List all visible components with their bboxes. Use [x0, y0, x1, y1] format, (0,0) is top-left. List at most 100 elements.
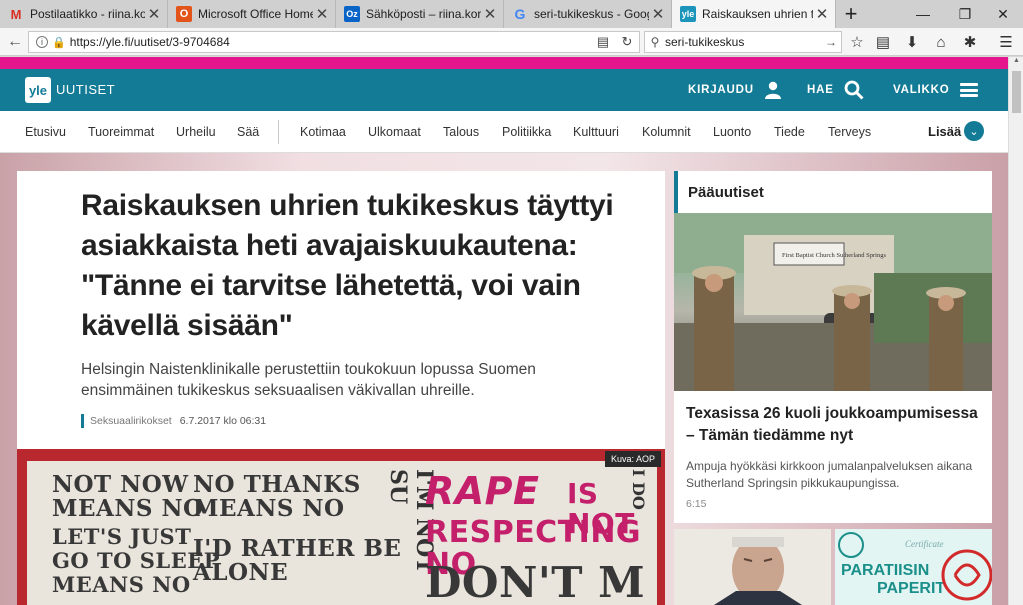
search-value: seri-tukikeskus [665, 35, 745, 49]
certificate-text: Certificate [905, 539, 944, 549]
login-button[interactable]: KIRJAUDU [688, 79, 782, 101]
yle-icon: yle [680, 6, 696, 22]
search-button[interactable]: HAE [807, 79, 864, 101]
texas-scene-illustration: First Baptist Church Sutherland Springs [674, 213, 992, 391]
top-story-photo[interactable]: First Baptist Church Sutherland Springs [674, 213, 992, 391]
tab-outlook[interactable]: Oz Sähköposti – riina.korjamo ✕ [336, 0, 504, 28]
search-icon [844, 80, 864, 100]
section-nav: Etusivu Tuoreimmat Urheilu Sää Kotimaa U… [0, 111, 1008, 153]
top-story-title[interactable]: Texasissa 26 kuoli joukkoampumisessa – T… [686, 403, 981, 447]
pink-strip [0, 57, 1008, 69]
window-close-icon[interactable]: ✕ [983, 0, 1023, 28]
minimize-icon[interactable]: — [903, 0, 943, 28]
close-icon[interactable]: ✕ [483, 5, 497, 23]
article-date: 6.7.2017 klo 06:31 [179, 415, 267, 427]
tab-gmail[interactable]: M Postilaatikko - riina.korjam ✕ [0, 0, 168, 28]
protest-sign-image: NOT NOW MEANS NO LET'S JUST GO TO SLEEP … [27, 461, 657, 605]
close-icon[interactable]: ✕ [147, 5, 161, 23]
section-title[interactable]: UUTISET [56, 82, 115, 97]
menu-label: VALIKKO [893, 84, 950, 96]
article: Raiskauksen uhrien tukikeskus täyttyi as… [17, 171, 665, 605]
search-icon: ⚲ [650, 35, 660, 49]
url-text: https://yle.fi/uutiset/3-9704684 [69, 35, 230, 49]
address-bar[interactable]: i 🔒 https://yle.fi/uutiset/3-9704684 ▤ ↻ [28, 31, 640, 53]
reload-icon[interactable]: ↻ [615, 34, 639, 50]
extension-icon[interactable]: ✱ [958, 31, 982, 53]
nav-divider [278, 120, 279, 144]
nav-item-luonto[interactable]: Luonto [713, 125, 751, 139]
info-icon[interactable]: i [36, 36, 48, 48]
lock-icon: 🔒 [52, 36, 66, 49]
menu-button[interactable]: VALIKKO [893, 79, 978, 101]
tab-title: seri-tukikeskus - Google-h [534, 7, 649, 21]
photo-sign-text: First Baptist Church Sutherland Springs [782, 252, 886, 259]
nav-item-etusivu[interactable]: Etusivu [25, 125, 66, 139]
nav-item-kulttuuri[interactable]: Kulttuuri [573, 125, 619, 139]
paradise-text: PARATIISIN [841, 562, 929, 579]
sign-text: DON'T M [425, 558, 646, 605]
nav-item-tuoreimmat[interactable]: Tuoreimmat [88, 125, 154, 139]
tab-title: Raiskauksen uhrien tukike [702, 7, 813, 21]
article-meta: Seksuaalirikokset 6.7.2017 klo 06:31 [81, 414, 266, 428]
sign-text: I DO [629, 469, 648, 510]
article-headline: Raiskauksen uhrien tukikeskus täyttyi as… [81, 189, 614, 342]
download-icon[interactable]: ⬇ [900, 31, 924, 53]
office-icon: O [176, 6, 192, 22]
scroll-up-icon[interactable]: ▲ [1009, 57, 1023, 69]
paradise-papers-logo: Certificate PARATIISIN PAPERIT [835, 529, 992, 605]
close-icon[interactable]: ✕ [315, 5, 329, 23]
gmail-icon: M [10, 6, 22, 22]
sign-text: NO THANKS MEANS NO [193, 471, 361, 522]
tab-yle-active[interactable]: yle Raiskauksen uhrien tukike ✕ [672, 0, 836, 28]
nav-item-saa[interactable]: Sää [237, 125, 259, 139]
top-stories-column: Pääuutiset First Baptist Church Sutherla… [674, 171, 992, 605]
nav-item-kolumnit[interactable]: Kolumnit [642, 125, 691, 139]
tab-title: Postilaatikko - riina.korjam [30, 7, 145, 21]
top-story-description: Ampuja hyökkäsi kirkkoon jumalanpalveluk… [686, 459, 973, 490]
story-thumbnail-paradise-papers[interactable]: Certificate PARATIISIN PAPERIT [835, 529, 992, 605]
image-caption: Kuva: AOP [604, 451, 661, 467]
chevron-down-icon[interactable]: ⌄ [964, 121, 984, 141]
bookmark-star-icon[interactable]: ☆ [845, 31, 869, 53]
story-thumbnail-portrait[interactable] [674, 529, 831, 605]
close-icon[interactable]: ✕ [651, 5, 665, 23]
nav-item-politiikka[interactable]: Politiikka [502, 125, 551, 139]
papers-text: PAPERIT [877, 580, 945, 597]
clipboard-icon[interactable]: ▤ [871, 31, 895, 53]
tab-office[interactable]: O Microsoft Office Home ✕ [168, 0, 336, 28]
nav-item-terveys[interactable]: Terveys [828, 125, 871, 139]
more-button[interactable]: Lisää [928, 124, 961, 139]
close-icon[interactable]: ✕ [815, 5, 829, 23]
web-page: yle UUTISET KIRJAUDU HAE VALIKKO Etusivu… [0, 57, 1008, 605]
login-label: KIRJAUDU [688, 84, 754, 96]
page-scrollbar[interactable]: ▲ [1008, 57, 1023, 605]
browser-menu-icon[interactable]: ☰ [994, 31, 1018, 53]
tab-google[interactable]: G seri-tukikeskus - Google-h ✕ [504, 0, 672, 28]
sign-text: RAPE [425, 469, 540, 513]
search-bar[interactable]: ⚲ seri-tukikeskus → [644, 31, 842, 53]
article-lead: Helsingin Naistenklinikalle perustettiin… [81, 361, 536, 399]
category-link[interactable]: Seksuaalirikokset [90, 415, 172, 427]
tab-title: Sähköposti – riina.korjamo [366, 7, 481, 21]
restore-icon[interactable]: ❐ [945, 0, 985, 28]
hero-image: NOT NOW MEANS NO LET'S JUST GO TO SLEEP … [17, 449, 665, 605]
nav-item-urheilu[interactable]: Urheilu [176, 125, 216, 139]
nav-item-tiede[interactable]: Tiede [774, 125, 805, 139]
home-icon[interactable]: ⌂ [929, 31, 953, 53]
scrollbar-thumb[interactable] [1012, 71, 1021, 113]
reader-view-icon[interactable]: ▤ [591, 34, 615, 50]
search-go-arrow-icon[interactable]: → [821, 35, 841, 49]
site-header: yle UUTISET KIRJAUDU HAE VALIKKO [0, 69, 1008, 111]
nav-item-ulkomaat[interactable]: Ulkomaat [368, 125, 421, 139]
top-story-card[interactable]: Texasissa 26 kuoli joukkoampumisessa – T… [674, 391, 992, 523]
new-tab-button[interactable]: + [836, 0, 866, 28]
outlook-icon: Oz [344, 6, 360, 22]
back-arrow-icon[interactable]: ← [2, 29, 28, 55]
search-label: HAE [807, 84, 834, 96]
tab-title: Microsoft Office Home [198, 7, 313, 21]
nav-item-kotimaa[interactable]: Kotimaa [300, 125, 346, 139]
portrait-illustration [674, 529, 831, 605]
nav-item-talous[interactable]: Talous [443, 125, 479, 139]
yle-logo[interactable]: yle [25, 77, 51, 103]
user-icon [764, 81, 781, 99]
